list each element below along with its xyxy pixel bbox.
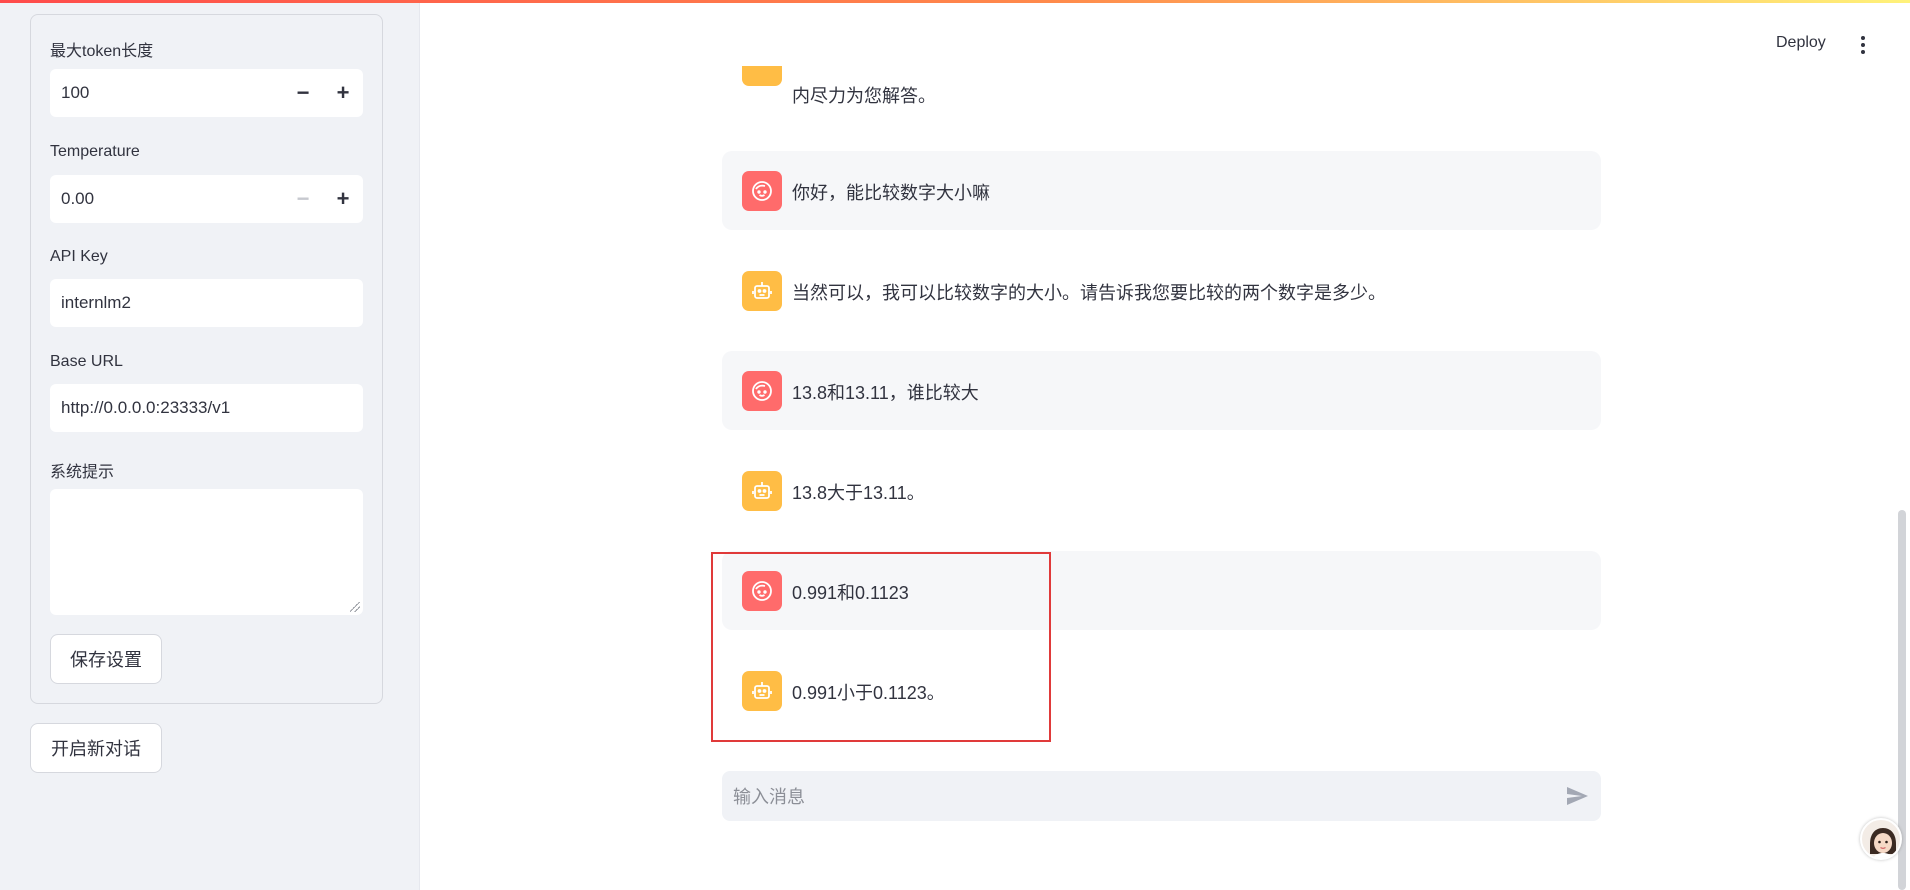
menu-dot [1861,50,1865,54]
assistant-helper-avatar-icon[interactable] [1860,818,1902,860]
chat-input[interactable]: 输入消息 [722,771,1601,821]
sidebar: 最大token长度 100 − + Temperature 0.00 − + A… [0,0,420,890]
deploy-button[interactable]: Deploy [1776,34,1826,52]
chat-message-user: 13.8和13.11，谁比较大 [722,351,1601,430]
system-prompt-label: 系统提示 [50,464,115,481]
temperature-input[interactable]: 0.00 − + [50,175,363,223]
settings-form: 最大token长度 100 − + Temperature 0.00 − + A… [30,14,383,704]
api-key-input[interactable]: internlm2 [50,279,363,327]
message-text: 13.8和13.11，谁比较大 [792,383,979,403]
api-key-value[interactable]: internlm2 [61,293,131,313]
max-tokens-increment-button[interactable]: + [323,69,363,117]
chat-message-assistant: 当然可以，我可以比较数字的大小。请告诉我您要比较的两个数字是多少。 [722,251,1601,330]
base-url-label: Base URL [50,353,123,370]
base-url-value[interactable]: http://0.0.0.0:23333/v1 [61,398,230,418]
assistant-avatar-icon [742,271,782,311]
chat-message-user: 你好，能比较数字大小嘛 [722,151,1601,230]
assistant-avatar-icon [742,471,782,511]
temperature-decrement-button[interactable]: − [283,175,323,223]
temperature-value[interactable]: 0.00 [61,189,283,209]
save-settings-button[interactable]: 保存设置 [50,634,162,684]
partial-message-text: 内尽力为您解答。 [792,86,936,106]
user-avatar-icon [742,171,782,211]
annotation-highlight-box [711,552,1051,742]
message-text: 你好，能比较数字大小嘛 [792,183,990,203]
resize-handle-icon[interactable] [350,602,360,612]
chat-message-assistant: 13.8大于13.11。 [722,451,1601,530]
max-tokens-decrement-button[interactable]: − [283,69,323,117]
kebab-menu-icon[interactable] [1857,34,1869,56]
api-key-label: API Key [50,248,108,265]
chat-input-placeholder[interactable]: 输入消息 [733,783,805,809]
send-icon[interactable] [1565,784,1589,808]
message-text: 当然可以，我可以比较数字的大小。请告诉我您要比较的两个数字是多少。 [792,283,1386,303]
top-decoration-bar [0,0,1910,3]
temperature-label: Temperature [50,143,140,160]
system-prompt-textarea[interactable] [50,489,363,615]
base-url-input[interactable]: http://0.0.0.0:23333/v1 [50,384,363,432]
menu-dot [1861,43,1865,47]
user-avatar-icon [742,371,782,411]
menu-dot [1861,36,1865,40]
max-tokens-value[interactable]: 100 [61,83,283,103]
new-chat-button[interactable]: 开启新对话 [30,723,162,773]
temperature-increment-button[interactable]: + [323,175,363,223]
max-tokens-input[interactable]: 100 − + [50,69,363,117]
message-text: 13.8大于13.11。 [792,483,925,503]
assistant-avatar-icon [742,66,782,86]
max-tokens-label: 最大token长度 [50,43,154,60]
